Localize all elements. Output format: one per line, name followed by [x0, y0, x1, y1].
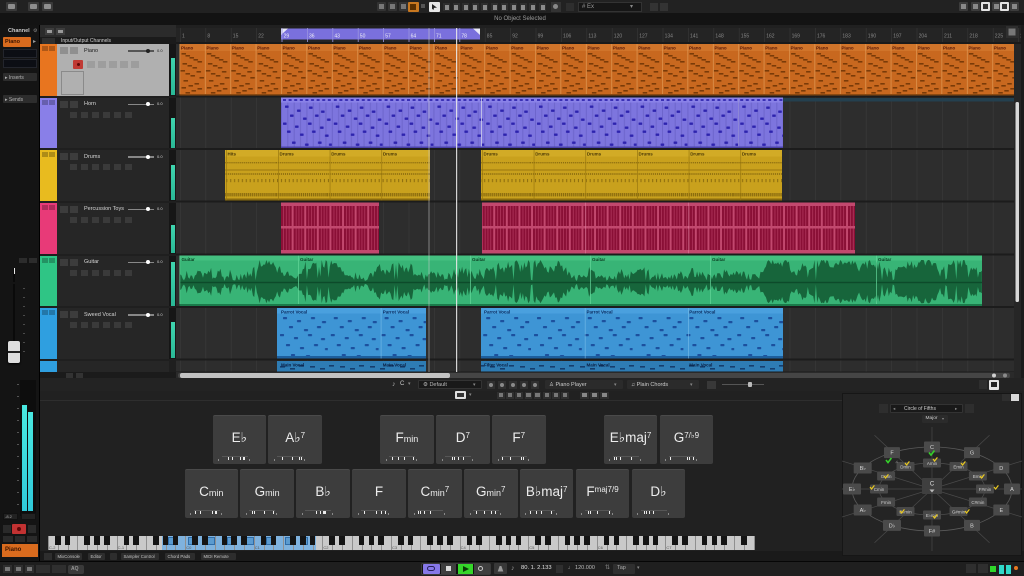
svg-text:Drums: Drums [742, 152, 757, 157]
svg-text:8: 8 [207, 34, 210, 40]
svg-text:Drums: Drums [280, 152, 295, 157]
svg-text:C: C [930, 482, 935, 488]
svg-text:Amin: Amin [927, 461, 938, 466]
svg-text:Filter Vocal: Filter Vocal [484, 363, 508, 368]
svg-text:92: 92 [512, 34, 518, 40]
svg-text:148: 148 [715, 34, 724, 40]
svg-text:♫: ♫ [895, 459, 898, 464]
svg-text:15: 15 [233, 34, 239, 40]
svg-text:B♭: B♭ [860, 465, 867, 472]
svg-text:141: 141 [690, 34, 699, 40]
svg-text:22: 22 [258, 34, 264, 40]
svg-text:183: 183 [842, 34, 851, 40]
svg-text:D♭: D♭ [889, 522, 896, 529]
svg-text:Drums: Drums [535, 152, 550, 157]
svg-text:Parrot Vocal: Parrot Vocal [281, 310, 307, 315]
svg-text:Guitar: Guitar [878, 257, 892, 262]
svg-text:57: 57 [385, 34, 391, 40]
svg-text:A♭: A♭ [860, 507, 867, 514]
svg-text:Cmin: Cmin [874, 487, 885, 492]
svg-text:162: 162 [766, 34, 775, 40]
svg-text:29: 29 [284, 34, 290, 40]
svg-text:113: 113 [588, 34, 596, 40]
svg-text:Hits: Hits [228, 152, 237, 157]
svg-text:Guitar: Guitar [300, 257, 314, 262]
svg-text:Drums: Drums [383, 152, 398, 157]
svg-text:99: 99 [538, 34, 544, 40]
svg-text:Parrot Vocal: Parrot Vocal [689, 310, 715, 315]
svg-text:B: B [970, 523, 974, 529]
svg-text:Parrot Vocal: Parrot Vocal [587, 310, 613, 315]
svg-text:43: 43 [334, 34, 340, 40]
svg-text:E♭: E♭ [849, 486, 856, 493]
svg-text:Main Vocal: Main Vocal [587, 363, 610, 368]
svg-text:A: A [1010, 487, 1014, 493]
svg-text:Drums: Drums [639, 152, 654, 157]
svg-text:78: 78 [461, 34, 467, 40]
svg-text:C#min: C#min [971, 500, 985, 505]
svg-text:C: C [930, 445, 934, 451]
svg-text:134: 134 [665, 34, 674, 40]
svg-text:D: D [999, 466, 1003, 472]
svg-text:Main Vocal: Main Vocal [383, 363, 406, 368]
svg-text:197: 197 [893, 34, 902, 40]
svg-text:Drums: Drums [587, 152, 602, 157]
svg-text:204: 204 [919, 34, 928, 40]
svg-text:Drums: Drums [331, 152, 346, 157]
svg-text:Main Vocal: Main Vocal [689, 363, 712, 368]
svg-text:G#min: G#min [952, 510, 966, 515]
svg-text:Guitar: Guitar [182, 257, 196, 262]
svg-text:Drums: Drums [484, 152, 499, 157]
svg-text:50: 50 [360, 34, 366, 40]
svg-text:64: 64 [411, 34, 417, 40]
svg-text:G: G [970, 451, 974, 457]
svg-text:Parrot Vocal: Parrot Vocal [383, 310, 409, 315]
svg-text:E: E [999, 508, 1003, 514]
svg-text:Guitar: Guitar [592, 257, 606, 262]
svg-text:Dmin: Dmin [900, 465, 911, 470]
svg-text:225: 225 [995, 34, 1004, 40]
svg-text:Parrot Vocal: Parrot Vocal [484, 310, 510, 315]
svg-text:120: 120 [614, 34, 623, 40]
svg-text:218: 218 [969, 34, 978, 40]
svg-text:155: 155 [741, 34, 750, 40]
svg-text:127: 127 [639, 34, 648, 40]
svg-text:1: 1 [182, 34, 185, 40]
svg-text:F#: F# [929, 529, 936, 535]
svg-text:176: 176 [817, 34, 826, 40]
svg-text:Fmin: Fmin [881, 500, 891, 505]
svg-text:106: 106 [563, 34, 572, 40]
svg-text:Drums: Drums [690, 152, 705, 157]
svg-text:190: 190 [868, 34, 877, 40]
svg-text:71: 71 [436, 34, 442, 40]
svg-text:F#min: F#min [979, 487, 992, 492]
svg-text:169: 169 [792, 34, 801, 40]
svg-text:211: 211 [944, 34, 952, 40]
svg-text:Main Vocal: Main Vocal [281, 363, 304, 368]
svg-text:85: 85 [487, 34, 493, 40]
svg-text:36: 36 [309, 34, 315, 40]
svg-text:Guitar: Guitar [712, 257, 726, 262]
svg-text:Guitar: Guitar [472, 257, 486, 262]
